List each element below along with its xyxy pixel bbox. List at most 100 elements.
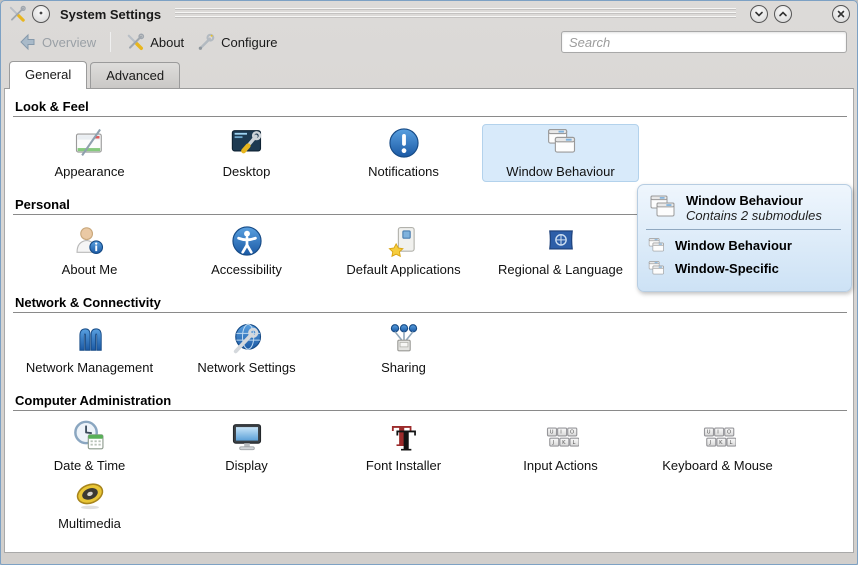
tooltip-subtitle: Contains 2 submodules (686, 208, 822, 223)
window-behaviour-icon (646, 236, 666, 256)
window-behaviour-icon (646, 192, 678, 224)
minimize-button[interactable] (750, 5, 768, 23)
svg-text:L: L (729, 440, 732, 446)
module-display[interactable]: Display (168, 418, 325, 476)
svg-text:K: K (719, 440, 723, 446)
svg-text:O: O (570, 430, 574, 436)
module-keyboard-mouse[interactable]: UIOJKL Keyboard & Mouse (639, 418, 796, 476)
module-regional-language[interactable]: Regional & Language (482, 222, 639, 280)
module-desktop[interactable]: Desktop (168, 124, 325, 182)
module-label: Desktop (223, 164, 271, 179)
tab-advanced[interactable]: Advanced (90, 62, 180, 89)
module-label: Regional & Language (498, 262, 623, 277)
desktop-icon (229, 125, 265, 161)
submodule-label: Window Behaviour (675, 238, 792, 253)
module-label: Network Management (26, 360, 153, 375)
regional-language-icon (543, 223, 579, 259)
module-window-behaviour[interactable]: Window Behaviour (482, 124, 639, 182)
module-date-time[interactable]: Date & Time (11, 418, 168, 476)
configure-button[interactable]: Configure (190, 29, 283, 55)
font-installer-icon: TT (386, 419, 422, 455)
section-title: Computer Administration (5, 387, 853, 410)
module-label: Network Settings (197, 360, 295, 375)
module-network-settings[interactable]: Network Settings (168, 320, 325, 378)
tab-bar: GeneralAdvanced (1, 57, 857, 89)
maximize-button[interactable] (774, 5, 792, 23)
window-menu-button[interactable] (32, 5, 50, 23)
module-label: About Me (62, 262, 118, 277)
tooltip-submodule[interactable]: Window Behaviour (646, 234, 841, 257)
module-label: Default Applications (346, 262, 460, 277)
search-container (561, 31, 847, 53)
module-multimedia[interactable]: Multimedia (11, 476, 168, 534)
module-tooltip: Window Behaviour Contains 2 submodules W… (637, 184, 852, 292)
about-label: About (150, 35, 184, 50)
app-tools-icon (8, 5, 26, 23)
module-sharing[interactable]: Sharing (325, 320, 482, 378)
section-items: Appearance Desktop Notifications Window Beh… (5, 117, 853, 187)
section-items: Network Management Network Settings Sharin… (5, 313, 853, 383)
tools-icon (125, 32, 145, 52)
svg-text:L: L (572, 440, 575, 446)
module-network-management[interactable]: Network Management (11, 320, 168, 378)
back-arrow-icon (17, 32, 37, 52)
date-time-icon (72, 419, 108, 455)
module-label: Accessibility (211, 262, 282, 277)
default-applications-icon (386, 223, 422, 259)
module-input-actions[interactable]: UIOJKL Input Actions (482, 418, 639, 476)
section-items: Date & Time Display TT Font Installer UIOJKL… (5, 411, 853, 539)
tooltip-header: Window Behaviour Contains 2 submodules (646, 192, 841, 224)
input-actions-icon: UIOJKL (543, 419, 579, 455)
about-me-icon (72, 223, 108, 259)
about-button[interactable]: About (119, 29, 190, 55)
overview-button[interactable]: Overview (11, 29, 102, 55)
module-label: Sharing (381, 360, 426, 375)
accessibility-icon (229, 223, 265, 259)
network-management-icon (72, 321, 108, 357)
titlebar-stripes (175, 8, 736, 20)
tooltip-title: Window Behaviour (686, 193, 822, 208)
module-label: Appearance (54, 164, 124, 179)
module-font-installer[interactable]: TT Font Installer (325, 418, 482, 476)
svg-text:K: K (562, 440, 566, 446)
tooltip-submodule-list: Window Behaviour Window-Specific (646, 234, 841, 280)
module-default-applications[interactable]: Default Applications (325, 222, 482, 280)
module-about-me[interactable]: About Me (11, 222, 168, 280)
tab-general[interactable]: General (9, 61, 87, 89)
svg-text:U: U (549, 430, 553, 436)
tooltip-submodule[interactable]: Window-Specific (646, 257, 841, 280)
toolbar-separator (110, 32, 111, 52)
wrench-icon (196, 32, 216, 52)
close-button[interactable] (832, 5, 850, 23)
svg-text:U: U (706, 430, 710, 436)
section-computer-administration: Computer Administration Date & Time Displa… (5, 387, 853, 539)
search-input[interactable] (561, 31, 847, 53)
module-label: Notifications (368, 164, 439, 179)
title-bar: System Settings (1, 1, 857, 27)
module-label: Keyboard & Mouse (662, 458, 773, 473)
overview-label: Overview (42, 35, 96, 50)
tooltip-separator (646, 229, 841, 230)
configure-label: Configure (221, 35, 277, 50)
section-look-feel: Look & FeelAppearanceDesktopNotification… (5, 93, 853, 187)
toolbar: Overview About (1, 27, 857, 57)
submodule-label: Window-Specific (675, 261, 779, 276)
appearance-icon (72, 125, 108, 161)
module-accessibility[interactable]: Accessibility (168, 222, 325, 280)
svg-text:T: T (396, 427, 416, 456)
section-network-connectivity: Network & ConnectivityNetwork Management… (5, 289, 853, 383)
window-behaviour-icon (543, 125, 579, 161)
window-behaviour-icon (646, 259, 666, 279)
display-icon (229, 419, 265, 455)
section-title: Network & Connectivity (5, 289, 853, 312)
module-label: Display (225, 458, 268, 473)
notifications-icon (386, 125, 422, 161)
module-label: Font Installer (366, 458, 441, 473)
sharing-icon (386, 321, 422, 357)
module-notifications[interactable]: Notifications (325, 124, 482, 182)
module-label: Input Actions (523, 458, 597, 473)
system-settings-window: System Settings Overview (0, 0, 858, 565)
keyboard-mouse-icon: UIOJKL (700, 419, 736, 455)
module-appearance[interactable]: Appearance (11, 124, 168, 182)
settings-pane: Look & FeelAppearanceDesktopNotification… (4, 88, 854, 553)
